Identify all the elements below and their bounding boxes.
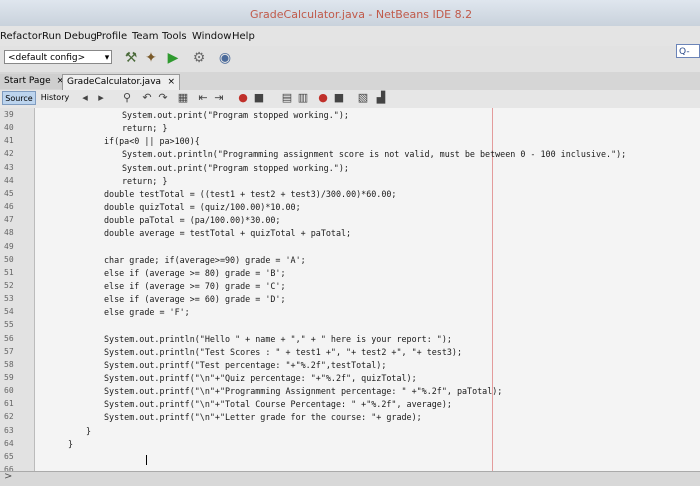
- source-button[interactable]: Source: [2, 91, 36, 105]
- code-line: double testTotal = ((test1 + test2 + tes…: [104, 188, 397, 199]
- code-line: else if (average >= 80) grade = 'B';: [104, 267, 286, 278]
- profile-icon[interactable]: ◉: [216, 49, 234, 67]
- line-number: 52: [4, 280, 14, 290]
- menu-window[interactable]: Window: [192, 31, 231, 42]
- diff-icon[interactable]: ▧: [356, 91, 370, 105]
- right-margin-line: [492, 108, 493, 471]
- menu-bar: Refactor Run Debug Profile Team Tools Wi…: [0, 26, 700, 46]
- line-number: 57: [4, 346, 14, 356]
- tab-gradecalculator[interactable]: GradeCalculator.java ×: [62, 74, 180, 90]
- shift-right-icon[interactable]: ⇥: [212, 91, 226, 105]
- tab-label: GradeCalculator.java: [67, 77, 162, 87]
- search-input[interactable]: Q-: [676, 44, 700, 58]
- line-number: 51: [4, 267, 14, 277]
- code-line: else grade = 'F';: [104, 307, 190, 318]
- line-number: 49: [4, 241, 14, 251]
- line-number: 47: [4, 215, 14, 225]
- line-number: 63: [4, 425, 14, 435]
- line-number: 48: [4, 228, 14, 238]
- menu-profile[interactable]: Profile: [96, 31, 127, 42]
- code-line: }: [68, 438, 74, 449]
- code-line: System.out.println("Hello " + name + ","…: [104, 333, 452, 344]
- line-number: 50: [4, 254, 14, 264]
- code-line: double paTotal = (pa/100.00)*30.00;: [104, 215, 281, 226]
- uncomment-icon[interactable]: ▥: [296, 91, 310, 105]
- line-number: 55: [4, 320, 14, 330]
- stop-macro-icon[interactable]: ■: [252, 91, 266, 105]
- comment-icon[interactable]: ▤: [280, 91, 294, 105]
- menu-run[interactable]: Run: [42, 31, 61, 42]
- run-icon[interactable]: ▶: [164, 49, 182, 67]
- menu-tools[interactable]: Tools: [162, 31, 187, 42]
- text-caret: [146, 455, 147, 465]
- tab-bar: Start Page × GradeCalculator.java ×: [0, 72, 700, 91]
- line-number: 64: [4, 438, 14, 448]
- back-icon[interactable]: ◂: [78, 91, 92, 105]
- line-number: 65: [4, 451, 14, 461]
- code-line: if(pa<0 || pa>100){: [104, 136, 200, 147]
- code-line: System.out.printf("Test percentage: "+"%…: [104, 359, 387, 370]
- code-line: }: [86, 425, 92, 436]
- code-line: double quizTotal = (quiz/100.00)*10.00;: [104, 202, 301, 213]
- config-select[interactable]: <default config>: [4, 50, 112, 64]
- toggle-highlight-icon[interactable]: ▦: [176, 91, 190, 105]
- line-number: 41: [4, 136, 14, 146]
- code-line: return; }: [122, 123, 168, 134]
- code-line: else if (average >= 70) grade = 'C';: [104, 280, 286, 291]
- menu-refactor[interactable]: Refactor: [0, 31, 42, 42]
- line-number: 56: [4, 333, 14, 343]
- line-number: 43: [4, 162, 14, 172]
- code-line: System.out.print("Program stopped workin…: [122, 110, 349, 120]
- line-number: 59: [4, 373, 14, 382]
- debug-icon[interactable]: ⚙: [190, 49, 208, 67]
- code-line: System.out.print("Program stopped workin…: [122, 162, 349, 173]
- code-line: System.out.println("Test Scores : " + te…: [104, 346, 462, 357]
- code-line: return; }: [122, 175, 168, 186]
- chevron-down-icon[interactable]: ▾: [98, 49, 116, 67]
- breakpoint-icon[interactable]: ●: [316, 91, 330, 105]
- tab-start-page[interactable]: Start Page ×: [0, 74, 68, 89]
- history-button[interactable]: History: [38, 91, 72, 105]
- next-occurrence-icon[interactable]: ↷: [156, 91, 170, 105]
- line-number: 45: [4, 188, 14, 198]
- line-number: 40: [4, 123, 14, 133]
- title-bar: GradeCalculator.java - NetBeans IDE 8.2: [0, 0, 700, 26]
- menu-team[interactable]: Team: [132, 31, 158, 42]
- code-line: System.out.printf("\n"+"Letter grade for…: [104, 412, 422, 423]
- chart-icon[interactable]: ▟: [374, 91, 388, 105]
- tab-label: Start Page: [4, 76, 51, 86]
- line-number: 60: [4, 386, 14, 396]
- code-line: System.out.printf("\n"+"Total Course Per…: [104, 399, 452, 410]
- code-line: else if (average >= 60) grade = 'D';: [104, 294, 286, 305]
- code-line: double average = testTotal + quizTotal +…: [104, 228, 352, 239]
- record-macro-icon[interactable]: ●: [236, 91, 250, 105]
- find-icon[interactable]: ⚲: [120, 91, 134, 105]
- line-number: 42: [4, 149, 14, 159]
- shift-left-icon[interactable]: ⇤: [196, 91, 210, 105]
- status-bar: [0, 471, 700, 486]
- window-title: GradeCalculator.java - NetBeans IDE 8.2: [250, 8, 473, 21]
- stop-icon[interactable]: ■: [332, 91, 346, 105]
- code-line: System.out.println("Programming assignme…: [122, 149, 627, 160]
- close-icon[interactable]: ×: [167, 75, 175, 90]
- line-number: 58: [4, 359, 14, 369]
- line-number: 53: [4, 294, 14, 304]
- forward-icon[interactable]: ▸: [94, 91, 108, 105]
- line-number: 54: [4, 307, 14, 317]
- hammer-icon[interactable]: ⚒: [122, 49, 140, 67]
- line-number: 39: [4, 110, 14, 119]
- prev-occurrence-icon[interactable]: ↶: [140, 91, 154, 105]
- line-number: 61: [4, 399, 14, 409]
- line-number: 44: [4, 175, 14, 185]
- clean-build-icon[interactable]: ✦: [142, 49, 160, 67]
- code-line: char grade; if(average>=90) grade = 'A';: [104, 254, 306, 265]
- menu-debug[interactable]: Debug: [64, 31, 97, 42]
- line-number: 62: [4, 412, 14, 422]
- output-toggle-icon[interactable]: >: [4, 471, 12, 482]
- code-line: System.out.printf("\n"+"Programming Assi…: [104, 386, 503, 397]
- line-number: 46: [4, 202, 14, 212]
- code-line: System.out.printf("\n"+"Quiz percentage:…: [104, 373, 417, 383]
- menu-help[interactable]: Help: [232, 31, 255, 42]
